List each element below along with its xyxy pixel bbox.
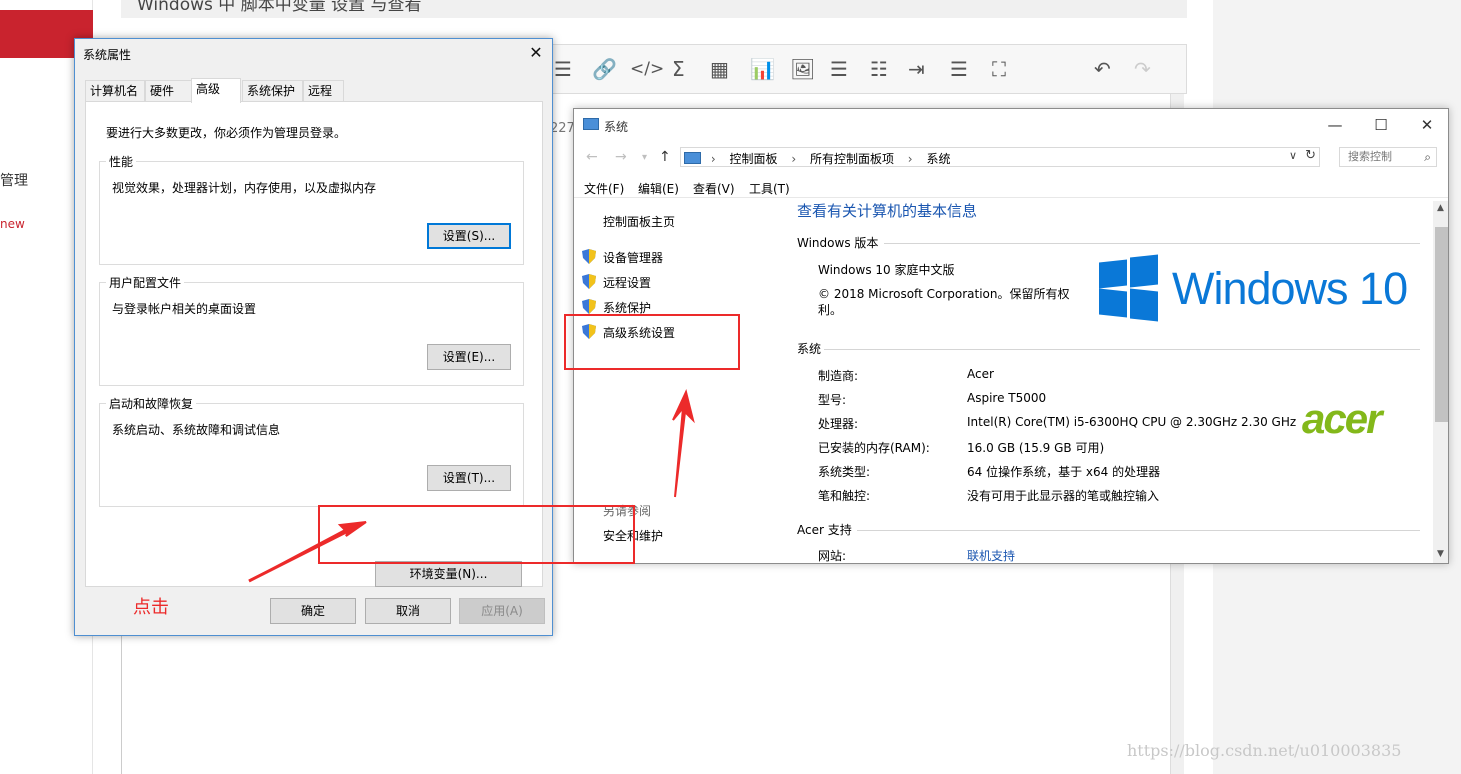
arrow-line <box>248 525 357 583</box>
annotation-arrows <box>248 389 695 583</box>
tab-advanced[interactable]: 高级 <box>191 78 241 103</box>
arrow-to-advanced-settings-icon <box>672 389 695 498</box>
